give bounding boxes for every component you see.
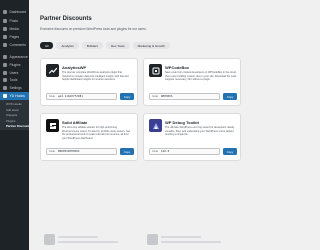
tab-marketing-growth[interactable]: Marketing & Growth	[132, 42, 170, 49]
submenu-item-partner-discounts[interactable]: Partner Discounts	[0, 123, 31, 129]
coupon-code: $10.0	[160, 150, 170, 153]
sidebar-item-appearance[interactable]: Appearance	[0, 53, 29, 61]
blurred-text	[161, 241, 221, 243]
submenu-item-wyd-hooks[interactable]: WYD Hooks	[0, 101, 29, 107]
blurred-text	[58, 236, 98, 238]
sidebar-item-yd-hooks[interactable]: YD Hooks	[0, 92, 29, 100]
card-description: The ultimate WordPress error log viewer …	[165, 126, 235, 137]
blurred-text	[161, 236, 201, 238]
coupon-code-field[interactable]: Code wpd-11bb07f2081	[46, 93, 117, 100]
coupon-code-field[interactable]: Code WPHOOKS	[149, 93, 220, 100]
coupon-row: Code WPHOOKS Copy	[149, 93, 237, 100]
sidebar-item-comments[interactable]: Comments	[0, 41, 29, 49]
appearance-icon	[3, 55, 7, 59]
copy-button[interactable]: Copy	[223, 93, 237, 100]
sidebar-item-plugins[interactable]: Plugins	[0, 61, 29, 69]
main-content: Partner Discounts Exclusive discounts on…	[29, 0, 250, 250]
coupon-row: Code $10.0 Copy	[149, 148, 237, 155]
solid-affiliate-logo-icon	[46, 119, 59, 132]
coupon-code: WPHOOKS	[160, 95, 173, 98]
blurred-text	[58, 241, 118, 243]
comments-icon	[3, 43, 7, 47]
card-description: Save code from trusted developers on WPC…	[165, 71, 237, 82]
sidebar-item-dashboard[interactable]: Dashboard	[0, 8, 29, 16]
coupon-code-field[interactable]: Code ENDPOINTHOOKS	[46, 148, 117, 155]
tab-dev-tools[interactable]: Dev Tools	[106, 42, 130, 49]
debug-toolkit-logo-icon	[149, 119, 162, 132]
sidebar-item-settings[interactable]: Settings	[0, 84, 29, 92]
blurred-logo-icon	[44, 234, 55, 245]
copy-button[interactable]: Copy	[120, 148, 134, 155]
dashboard-icon	[3, 10, 7, 14]
tools-icon	[3, 78, 7, 82]
discount-card-solid-affiliate: Solid Affiliate The all-in-one affiliate…	[40, 113, 138, 161]
hooks-icon	[3, 94, 7, 98]
sidebar-item-pages[interactable]: Pages	[0, 33, 29, 41]
tab-analytics[interactable]: Analytics	[56, 42, 79, 49]
coupon-code: ENDPOINTHOOKS	[57, 150, 80, 153]
card-title: WPCodeBox	[165, 65, 189, 70]
tab-builders[interactable]: Builders	[81, 42, 104, 49]
partial-card-row	[40, 232, 246, 250]
card-title: WP Debug Toolkit	[165, 120, 199, 125]
settings-icon	[3, 86, 7, 90]
card-title: AnalyticsWP	[62, 65, 87, 70]
admin-sidebar: Dashboard Posts Media Pages Comments App…	[0, 0, 31, 250]
sidebar-item-media[interactable]: Media	[0, 25, 29, 33]
coupon-code-field[interactable]: Code $10.0	[149, 148, 220, 155]
filter-tabs: All Analytics Builders Dev Tools Marketi…	[40, 42, 170, 49]
discount-card-wp-debug-toolkit: WP Debug Toolkit The ultimate WordPress …	[143, 113, 241, 161]
users-icon	[3, 71, 7, 75]
discount-card-analyticswp: AnalyticsWP The premier complete WordPre…	[40, 58, 138, 106]
coupon-code: wpd-11bb07f2081	[57, 95, 83, 98]
page-title: Partner Discounts	[40, 16, 92, 22]
discount-card-wpcodebox: WPCodeBox Save code from trusted develop…	[143, 58, 241, 106]
card-title: Solid Affiliate	[62, 120, 88, 125]
sidebar-item-posts[interactable]: Posts	[0, 17, 29, 25]
sidebar-item-tools[interactable]: Tools	[0, 76, 29, 84]
copy-button[interactable]: Copy	[120, 93, 134, 100]
analytics-logo-icon	[46, 64, 59, 77]
posts-icon	[3, 19, 7, 23]
media-icon	[3, 27, 7, 31]
page-subtitle: Exclusive discounts on premium WordPress…	[40, 27, 147, 31]
plugins-icon	[3, 63, 7, 67]
blurred-logo-icon	[147, 234, 158, 245]
card-description: The premier complete WordPress analytics…	[62, 71, 129, 82]
pages-icon	[3, 35, 7, 39]
copy-button[interactable]: Copy	[223, 148, 237, 155]
submenu-item-snippets[interactable]: Snippets	[0, 112, 29, 118]
coupon-row: Code ENDPOINTHOOKS Copy	[46, 148, 134, 155]
coupon-row: Code wpd-11bb07f2081 Copy	[46, 93, 134, 100]
codebox-logo-icon	[149, 64, 162, 77]
tab-all[interactable]: All	[40, 42, 54, 49]
card-description: The all-in-one affiliate solution for hi…	[62, 126, 131, 140]
